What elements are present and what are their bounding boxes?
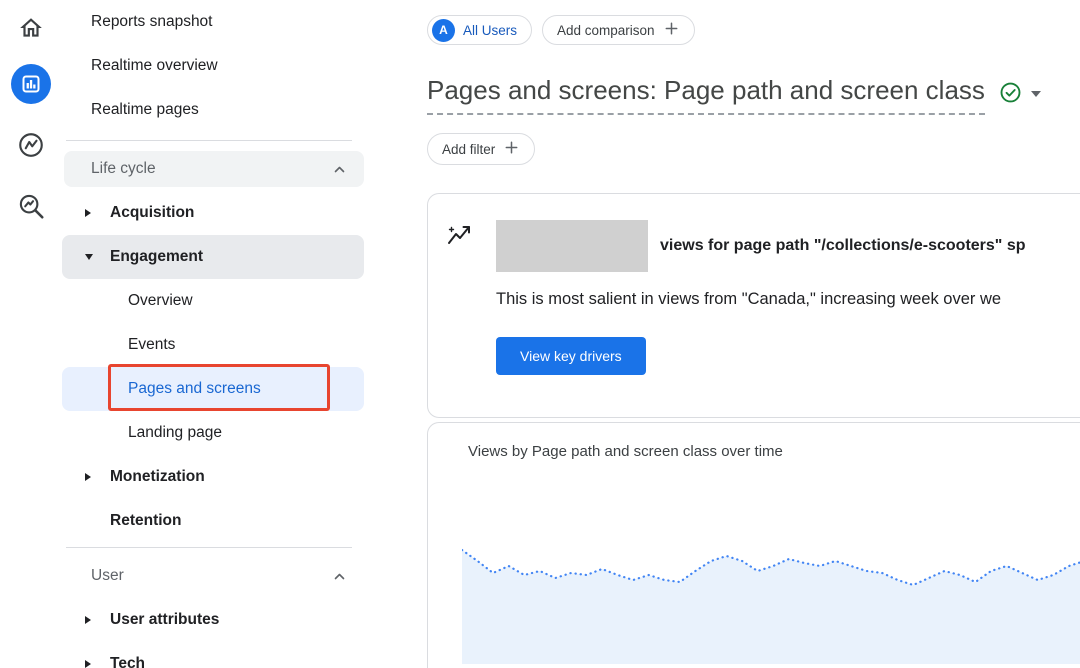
- insights-icon: [446, 222, 474, 375]
- sidebar-section-user[interactable]: User: [64, 558, 364, 594]
- check-circle-icon: [999, 81, 1022, 107]
- view-key-drivers-button[interactable]: View key drivers: [496, 337, 646, 375]
- sidebar-item-label: Engagement: [110, 248, 203, 266]
- report-content: A All Users Add comparison Pages and scr…: [366, 0, 1080, 668]
- sidebar-item-engagement[interactable]: Engagement: [62, 235, 364, 279]
- chart-title: Views by Page path and screen class over…: [468, 443, 1080, 460]
- sidebar-item-realtime-overview[interactable]: Realtime overview: [62, 44, 366, 88]
- sidebar-item-label: Events: [128, 336, 175, 354]
- explore-nav-button[interactable]: [0, 118, 62, 176]
- page-title-text: Pages and screens: Page path and screen …: [427, 75, 985, 115]
- sidebar-item-retention[interactable]: Retention: [62, 499, 366, 543]
- reports-nav-button[interactable]: [0, 57, 62, 115]
- segment-label: All Users: [463, 23, 517, 38]
- views-line-chart: [462, 534, 1080, 664]
- chevron-up-icon[interactable]: [333, 164, 346, 175]
- insight-headline-row: views for page path "/collections/e-scoo…: [496, 220, 1080, 272]
- sidebar-section-life-cycle[interactable]: Life cycle: [64, 151, 364, 187]
- add-filter-label: Add filter: [442, 142, 495, 157]
- expand-right-arrow-icon[interactable]: [85, 209, 99, 217]
- chart-canvas: [462, 534, 1080, 664]
- all-users-segment-chip[interactable]: A All Users: [427, 15, 532, 45]
- sidebar-item-monetization[interactable]: Monetization: [62, 455, 366, 499]
- views-over-time-card: Views by Page path and screen class over…: [427, 422, 1080, 668]
- expand-right-arrow-icon[interactable]: [85, 616, 99, 624]
- caret-down-icon: [1031, 91, 1041, 97]
- segment-avatar: A: [432, 19, 455, 42]
- ga4-screen: Reports snapshot Realtime overview Realt…: [0, 0, 1080, 668]
- sidebar-item-label: Monetization: [110, 468, 205, 486]
- sidebar-item-label: Tech: [110, 655, 145, 668]
- sidebar-item-label: Overview: [128, 292, 193, 310]
- insight-headline: views for page path "/collections/e-scoo…: [660, 237, 1026, 255]
- sidebar-item-label: User attributes: [110, 611, 219, 629]
- sidebar-item-label: Realtime overview: [91, 57, 218, 75]
- insight-card: views for page path "/collections/e-scoo…: [427, 193, 1080, 418]
- sidebar-item-events[interactable]: Events: [62, 323, 366, 367]
- section-header-label: Life cycle: [91, 160, 156, 178]
- sidebar-item-reports-snapshot[interactable]: Reports snapshot: [62, 0, 366, 44]
- report-status-dropdown[interactable]: [999, 75, 1041, 107]
- reports-icon: [11, 64, 51, 109]
- add-comparison-button[interactable]: Add comparison: [542, 15, 695, 45]
- insight-detail-text: This is most salient in views from "Cana…: [496, 290, 1080, 309]
- explore-icon: [16, 130, 46, 165]
- sidebar-divider: [66, 140, 352, 141]
- sidebar-item-label: Realtime pages: [91, 101, 199, 119]
- home-icon: [18, 15, 44, 46]
- expand-down-arrow-icon[interactable]: [85, 254, 99, 260]
- expand-right-arrow-icon[interactable]: [85, 660, 99, 668]
- app-nav-rail: [0, 0, 62, 668]
- sidebar-item-landing-page[interactable]: Landing page: [62, 411, 366, 455]
- sidebar-item-acquisition[interactable]: Acquisition: [62, 191, 366, 235]
- sidebar-item-overview[interactable]: Overview: [62, 279, 366, 323]
- sidebar-item-label: Acquisition: [110, 204, 194, 222]
- sidebar-item-user-attributes[interactable]: User attributes: [62, 598, 366, 642]
- advertising-nav-button[interactable]: [0, 179, 62, 237]
- add-filter-button[interactable]: Add filter: [427, 133, 535, 165]
- add-comparison-label: Add comparison: [557, 23, 655, 38]
- reports-sidebar: Reports snapshot Realtime overview Realt…: [62, 0, 366, 668]
- sidebar-item-tech[interactable]: Tech: [62, 642, 366, 668]
- segment-chips-row: A All Users Add comparison: [427, 15, 1080, 45]
- sidebar-item-label: Retention: [110, 512, 181, 530]
- advertising-icon: [16, 191, 46, 226]
- title-row: Pages and screens: Page path and screen …: [427, 75, 1080, 115]
- plus-icon: [503, 139, 520, 159]
- sidebar-item-label: Landing page: [128, 424, 222, 442]
- sidebar-item-realtime-pages[interactable]: Realtime pages: [62, 88, 366, 132]
- chart-area: [462, 550, 1080, 664]
- sidebar-item-label: Pages and screens: [128, 380, 261, 398]
- plus-icon: [663, 20, 680, 40]
- section-header-label: User: [91, 567, 124, 585]
- sidebar-item-pages-and-screens[interactable]: Pages and screens: [62, 367, 364, 411]
- redacted-value-block: [496, 220, 648, 272]
- sidebar-item-label: Reports snapshot: [91, 13, 213, 31]
- sidebar-divider: [66, 547, 352, 548]
- page-title: Pages and screens: Page path and screen …: [427, 75, 985, 115]
- expand-right-arrow-icon[interactable]: [85, 473, 99, 481]
- chevron-up-icon[interactable]: [333, 571, 346, 582]
- home-nav-button[interactable]: [0, 6, 62, 54]
